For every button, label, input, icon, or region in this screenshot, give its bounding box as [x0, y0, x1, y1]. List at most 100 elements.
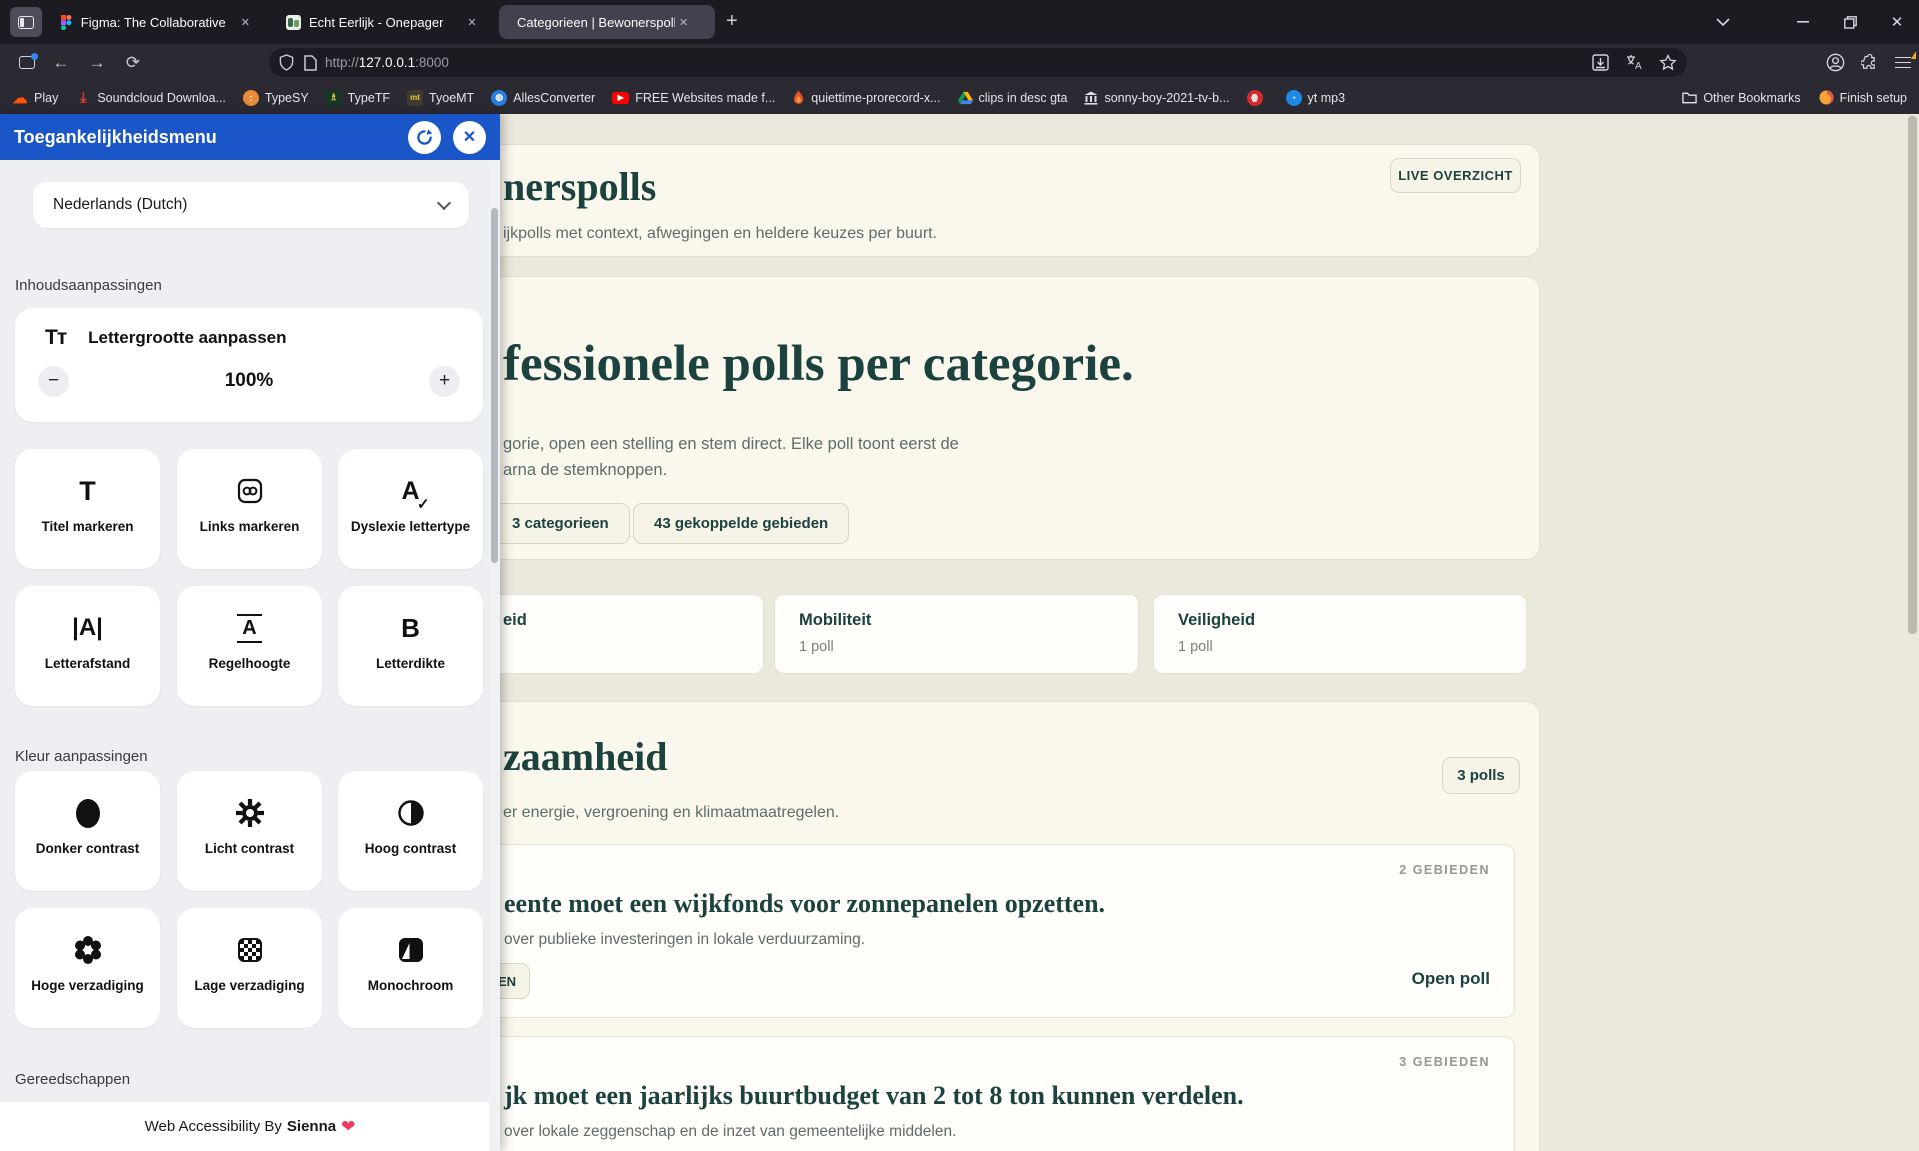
bookmark-item[interactable]: mt TyoeMT: [407, 90, 474, 106]
back-button[interactable]: ←: [46, 44, 76, 81]
half-circle-icon: [397, 793, 425, 833]
decrease-font-button[interactable]: −: [38, 366, 69, 397]
shield-icon: [279, 54, 294, 71]
open-poll-link[interactable]: Open poll: [1412, 969, 1490, 989]
folder-icon: [1682, 91, 1697, 104]
tab-bar: Figma: The Collaborative Interfa ✕ Echt …: [0, 0, 1919, 44]
bookmarks-toolbar: ☁ Play ⤓ Soundcloud Downloa... : TypeSY …: [0, 81, 1919, 114]
high-contrast-card[interactable]: Hoog contrast: [338, 771, 483, 891]
high-saturation-card[interactable]: Hoge verzadiging: [15, 908, 160, 1028]
category-poll-count: 1 poll: [799, 639, 834, 655]
poll-heading: jk moet een jaarlijks buurtbudget van 2 …: [504, 1081, 1244, 1111]
category-title: eid: [503, 611, 527, 630]
page-icon: [304, 55, 317, 71]
font-weight-card[interactable]: B Letterdikte: [338, 586, 483, 706]
category-card-3[interactable]: Veiligheid 1 poll: [1153, 594, 1527, 674]
section-label-color: Kleur aanpassingen: [15, 748, 148, 765]
chevron-down-icon: [1716, 18, 1730, 26]
allesconverter-icon: ◍: [491, 90, 507, 106]
link-icon: [236, 471, 264, 511]
bookmark-item[interactable]: ⤓ Soundcloud Downloa...: [75, 90, 226, 106]
restore-icon: [1844, 16, 1857, 29]
menu-button[interactable]: [1895, 57, 1911, 69]
flower-icon: [73, 930, 103, 970]
language-select[interactable]: Nederlands (Dutch): [33, 182, 469, 228]
list-all-tabs-button[interactable]: [1706, 0, 1740, 44]
font-size-label: Lettergrootte aanpassen: [88, 328, 286, 348]
light-contrast-card[interactable]: Licht contrast: [177, 771, 322, 891]
tab-bewonerspolls-active[interactable]: Categorieen | Bewonerspolls ✕: [499, 5, 715, 39]
restore-button[interactable]: [1833, 0, 1867, 44]
extensions-icon[interactable]: [1861, 54, 1879, 72]
reset-button[interactable]: [408, 121, 441, 154]
bookmark-item[interactable]: ꙮ: [1247, 90, 1269, 106]
archive-building-icon: [1084, 91, 1098, 105]
reset-icon: [416, 129, 433, 146]
bookmark-item[interactable]: clips in desc gta: [958, 91, 1068, 105]
tyoemt-icon: mt: [407, 90, 423, 106]
monochrome-icon: [397, 930, 425, 970]
bookmark-item[interactable]: ▶ FREE Websites made f...: [612, 91, 775, 105]
sun-icon: [235, 793, 265, 833]
tab-close-icon[interactable]: ✕: [679, 16, 688, 29]
menu-badge: [1911, 51, 1916, 59]
category-card-2[interactable]: Mobiliteit 1 poll: [774, 594, 1139, 674]
address-bar[interactable]: http://127.0.0.1:8000 A: [269, 48, 1687, 77]
finish-setup-button[interactable]: Finish setup: [1819, 90, 1907, 105]
line-height-card[interactable]: A Regelhoogte: [177, 586, 322, 706]
poll-description: over publieke investeringen in lokale ve…: [504, 931, 865, 949]
letter-spacing-card[interactable]: |A| Letterafstand: [15, 586, 160, 706]
firefox-view-button[interactable]: [10, 7, 42, 37]
save-page-icon[interactable]: [1592, 54, 1609, 71]
section-description: er energie, vergroening en klimaatmaatre…: [503, 804, 839, 822]
typesy-icon: :: [243, 90, 259, 106]
tab-close-icon[interactable]: ✕: [241, 16, 250, 29]
tab-echt-eerlijk[interactable]: Echt Eerlijk - Onepager ✕: [276, 0, 488, 44]
dyslexia-font-card[interactable]: A✓ Dyslexie lettertype: [338, 449, 483, 569]
sidebar-toggle-button[interactable]: [12, 44, 42, 81]
font-size-icon: Tᴛ: [45, 326, 66, 350]
low-saturation-card[interactable]: Lage verzadiging: [177, 908, 322, 1028]
monochrome-card[interactable]: Monochroom: [338, 908, 483, 1028]
dark-contrast-icon: [76, 793, 100, 833]
bookmark-item[interactable]: ♗ TypeTF: [326, 90, 390, 106]
bookmark-item[interactable]: : TypeSY: [243, 90, 309, 106]
account-icon[interactable]: [1826, 53, 1845, 72]
section-card: zaamheid 3 polls er energie, vergroening…: [340, 701, 1540, 1151]
areas-count-pill[interactable]: 43 gekoppelde gebieden: [633, 503, 849, 544]
bookmark-item[interactable]: sonny-boy-2021-tv-b...: [1084, 91, 1229, 105]
page-scrollbar-thumb[interactable]: [1908, 116, 1917, 634]
bookmark-item[interactable]: ◔ yt mp3: [1286, 90, 1346, 106]
close-panel-button[interactable]: ✕: [453, 121, 486, 154]
reload-button[interactable]: ⟳: [118, 44, 148, 81]
dyslexia-icon: A✓: [401, 471, 419, 511]
tab-title: Echt Eerlijk - Onepager: [309, 15, 443, 30]
poll-description: over lokale zeggenschap en de inzet van …: [504, 1123, 956, 1141]
increase-font-button[interactable]: +: [429, 366, 460, 397]
minimize-button[interactable]: [1786, 0, 1820, 44]
notification-dot: [31, 53, 38, 60]
highlight-title-card[interactable]: T Titel markeren: [15, 449, 160, 569]
bookmark-item[interactable]: ☁ Play: [12, 90, 58, 106]
bookmark-star-icon[interactable]: [1659, 54, 1677, 71]
translate-icon[interactable]: A: [1625, 54, 1643, 71]
tab-close-icon[interactable]: ✕: [467, 16, 476, 29]
bookmark-item[interactable]: quiettime-prorecord-x...: [792, 90, 940, 105]
categories-count-pill[interactable]: 3 categorieen: [491, 503, 630, 544]
poll-card-1: 2 GEBIEDEN eente moet een wijkfonds voor…: [421, 844, 1515, 1018]
forward-button[interactable]: →: [82, 44, 112, 81]
live-overview-button[interactable]: LIVE OVERZICHT: [1390, 158, 1521, 193]
new-tab-button[interactable]: +: [726, 10, 738, 32]
other-bookmarks-button[interactable]: Other Bookmarks: [1682, 91, 1800, 105]
highlight-links-card[interactable]: Links markeren: [177, 449, 322, 569]
bookmark-item[interactable]: ◍ AllesConverter: [491, 90, 595, 106]
panel-scrollbar-track[interactable]: [489, 160, 500, 1151]
tab-figma[interactable]: Figma: The Collaborative Interfa ✕: [50, 0, 260, 44]
close-window-button[interactable]: ✕: [1880, 0, 1914, 44]
dark-contrast-card[interactable]: Donker contrast: [15, 771, 160, 891]
footer-brand: Sienna: [287, 1118, 336, 1135]
youtube-icon: ▶: [612, 92, 629, 104]
line-height-icon: A: [237, 608, 261, 648]
panel-scrollbar-thumb[interactable]: [491, 208, 498, 563]
soundcloud-icon: ☁: [12, 90, 28, 106]
